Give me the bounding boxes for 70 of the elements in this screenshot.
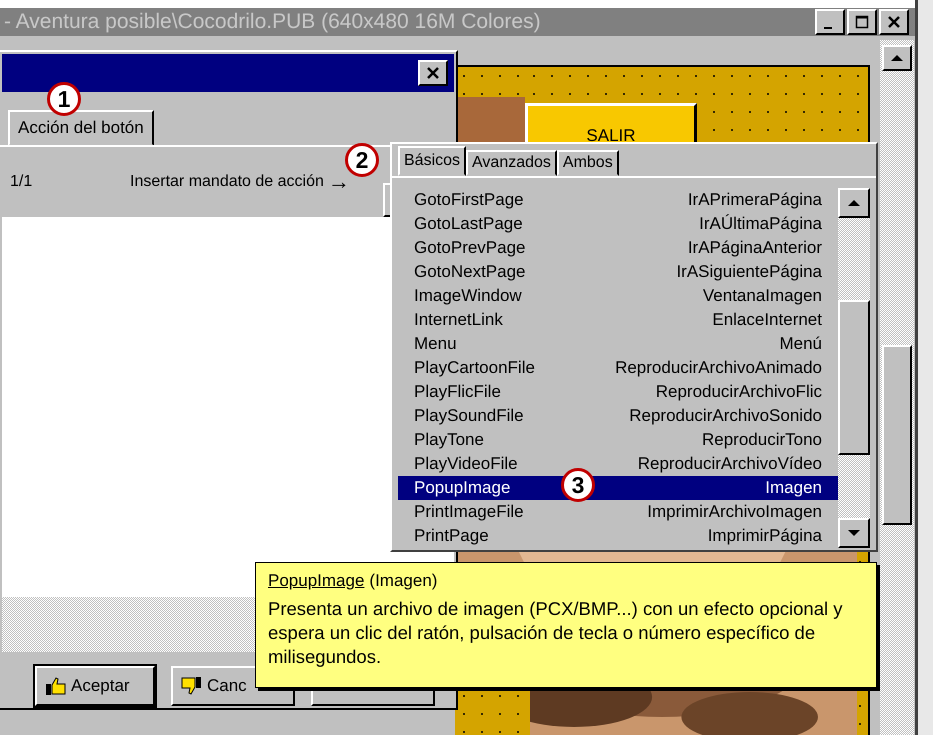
- command-name: PlayVideoFile: [414, 454, 518, 474]
- command-name: InternetLink: [414, 310, 503, 330]
- command-name: PlayFlicFile: [414, 382, 501, 402]
- up-arrow-icon: [847, 199, 861, 207]
- command-translation: ReproducirTono: [702, 430, 822, 450]
- minimize-icon: [824, 27, 832, 29]
- command-translation: IrASiguientePágina: [676, 262, 822, 282]
- scroll-thumb[interactable]: [882, 345, 912, 525]
- scrollbar[interactable]: [838, 188, 870, 548]
- command-name: PlayCartoonFile: [414, 358, 535, 378]
- scrollbar[interactable]: [880, 40, 914, 735]
- command-item[interactable]: PlayFlicFile ReproducirArchivoFlic: [398, 380, 838, 404]
- command-translation: IrAÚltimaPágina: [699, 214, 822, 234]
- command-item[interactable]: PlaySoundFile ReproducirArchivoSonido: [398, 404, 838, 428]
- command-translation: Menú: [779, 334, 822, 354]
- down-arrow-icon: [847, 529, 861, 537]
- command-item[interactable]: GotoFirstPage IrAPrimeraPágina: [398, 188, 838, 212]
- maximize-button[interactable]: [847, 9, 877, 35]
- command-translation: ImprimirArchivoImagen: [647, 502, 822, 522]
- insert-label: Insertar mandato de acción: [130, 173, 324, 191]
- thumbs-down-icon: [181, 676, 203, 696]
- command-name: PlayTone: [414, 430, 484, 450]
- command-translation: ImprimirPágina: [708, 526, 822, 546]
- command-translation: (Imagen): [369, 571, 438, 591]
- command-name: ImageWindow: [414, 286, 522, 306]
- tab[interactable]: Básicos: [398, 146, 466, 176]
- command-translation: ReproducirArchivoAnimado: [615, 358, 822, 378]
- command-item[interactable]: PlayTone ReproducirTono: [398, 428, 838, 452]
- page-counter: 1/1: [10, 173, 34, 191]
- tab[interactable]: Avanzados: [466, 150, 557, 176]
- command-translation: EnlaceInternet: [712, 310, 822, 330]
- command-link[interactable]: PopupImage: [268, 571, 364, 591]
- command-item[interactable]: ImageWindow VentanaImagen: [398, 284, 838, 308]
- close-icon: [426, 66, 440, 80]
- close-button[interactable]: [418, 60, 448, 86]
- command-translation: ReproducirArchivoFlic: [656, 382, 822, 402]
- command-item[interactable]: GotoLastPage IrAÚltimaPágina: [398, 212, 838, 236]
- command-translation: VentanaImagen: [702, 286, 822, 306]
- command-translation: ReproducirArchivoVídeo: [638, 454, 822, 474]
- command-item[interactable]: InternetLink EnlaceInternet: [398, 308, 838, 332]
- window-title: - Aventura posible\Cocodrilo.PUB (640x480 16M Colores): [3, 10, 541, 34]
- command-name: GotoFirstPage: [414, 190, 524, 210]
- command-translation: IrAPrimeraPágina: [688, 190, 822, 210]
- tab[interactable]: Ambos: [556, 150, 619, 176]
- close-button[interactable]: [879, 9, 909, 35]
- tab[interactable]: Acción del botón: [8, 110, 154, 146]
- command-item[interactable]: GotoNextPage IrASiguientePágina: [398, 260, 838, 284]
- command-item[interactable]: Menu Menú: [398, 332, 838, 356]
- close-icon: [887, 15, 901, 29]
- command-item[interactable]: PrintImageFile ImprimirArchivoImagen: [398, 500, 838, 524]
- up-arrow-icon: [890, 54, 904, 62]
- command-translation: ReproducirArchivoSonido: [629, 406, 822, 426]
- command-translation: Imagen: [765, 478, 822, 498]
- minimize-button[interactable]: [815, 9, 845, 35]
- command-name: GotoLastPage: [414, 214, 523, 234]
- command-name: GotoNextPage: [414, 262, 526, 282]
- command-name: Menu: [414, 334, 457, 354]
- description-text: Presenta un archivo de imagen (PCX/BMP...) con un efecto opcional y espera un clic del ratón, pulsación de tecla o número específico de milisegundos.: [268, 597, 844, 669]
- command-item[interactable]: GotoPrevPage IrAPáginaAnterior: [398, 236, 838, 260]
- command-item[interactable]: PlayCartoonFile ReproducirArchivoAnimado: [398, 356, 838, 380]
- command-name: PrintImageFile: [414, 502, 524, 522]
- maximize-icon: [855, 15, 869, 29]
- accept-button[interactable]: Aceptar: [35, 666, 155, 706]
- command-name: PlaySoundFile: [414, 406, 524, 426]
- command-name: GotoPrevPage: [414, 238, 526, 258]
- thumbs-up-icon: [45, 676, 67, 696]
- command-name: PopupImage: [414, 478, 510, 498]
- command-translation: IrAPáginaAnterior: [688, 238, 822, 258]
- command-item[interactable]: PrintPage ImprimirPágina: [398, 524, 838, 548]
- command-name: PrintPage: [414, 526, 489, 546]
